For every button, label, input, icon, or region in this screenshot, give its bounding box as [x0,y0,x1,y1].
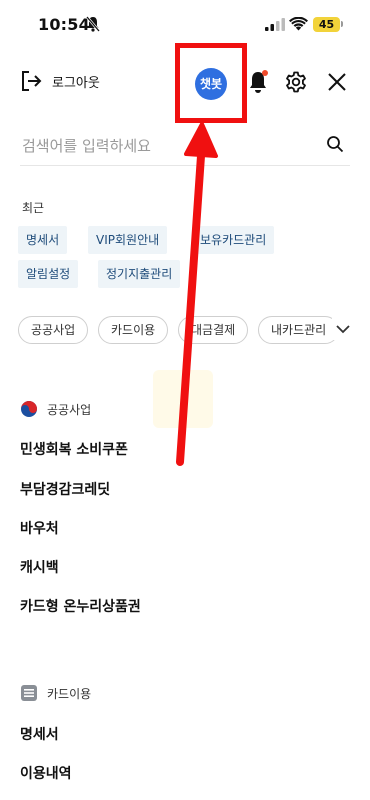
battery-level: 45 [313,17,340,32]
battery-cap [341,21,343,27]
signal-icon [265,18,285,31]
list-icon [21,685,37,701]
menu-item[interactable]: 부담경감크레딧 [20,479,110,499]
logout-button[interactable]: 로그아웃 [20,70,100,92]
filter-pill[interactable]: 대금결제 [178,316,249,344]
chevron-down-icon[interactable] [332,318,354,340]
menu-item[interactable]: 카드형 온누리상품권 [20,596,141,616]
recent-chip[interactable]: 알림설정 [18,260,79,288]
search-bar[interactable]: 검색어를 입력하세요 [20,126,350,166]
filter-pill[interactable]: 내카드관리 [258,316,340,344]
recent-chip[interactable]: 정기지출관리 [98,260,181,288]
status-bar: 10:54 45 [0,0,370,48]
search-icon[interactable] [326,135,344,153]
recent-label: 최근 [22,201,45,215]
filter-pill[interactable]: 공공사업 [18,316,89,344]
recent-chip[interactable]: 보유카드관리 [192,226,275,254]
recent-chip[interactable]: VIP회원안내 [88,226,168,254]
section-header-public: 공공사업 [20,400,91,418]
header: 로그아웃 챗봇 [0,43,370,123]
gear-icon[interactable] [285,71,307,93]
search-input[interactable]: 검색어를 입력하세요 [22,135,151,156]
logout-label: 로그아웃 [52,75,100,91]
wifi-icon [289,17,308,31]
notification-dot [262,70,268,76]
menu-item[interactable]: 민생회복 소비쿠폰 [20,439,128,459]
menu-item[interactable]: 바우처 [20,518,59,538]
category-filter-row: 공공사업 카드이용 대금결제 내카드관리 [18,316,353,344]
bell-off-icon [86,16,100,32]
recent-chip[interactable]: 명세서 [18,226,68,254]
watermark [153,370,213,428]
status-time: 10:54 [38,15,90,34]
taegeuk-icon [21,401,37,417]
close-icon[interactable] [327,72,347,92]
section-header-card-usage: 카드이용 [20,684,91,702]
section-label: 공공사업 [47,402,92,417]
filter-pill[interactable]: 카드이용 [98,316,169,344]
section-label: 카드이용 [47,686,92,701]
menu-item[interactable]: 이용내역 [20,763,72,783]
chatbot-button[interactable]: 챗봇 [195,68,227,100]
menu-item[interactable]: 캐시백 [20,557,59,577]
menu-item[interactable]: 명세서 [20,724,59,744]
logout-icon [22,71,42,91]
